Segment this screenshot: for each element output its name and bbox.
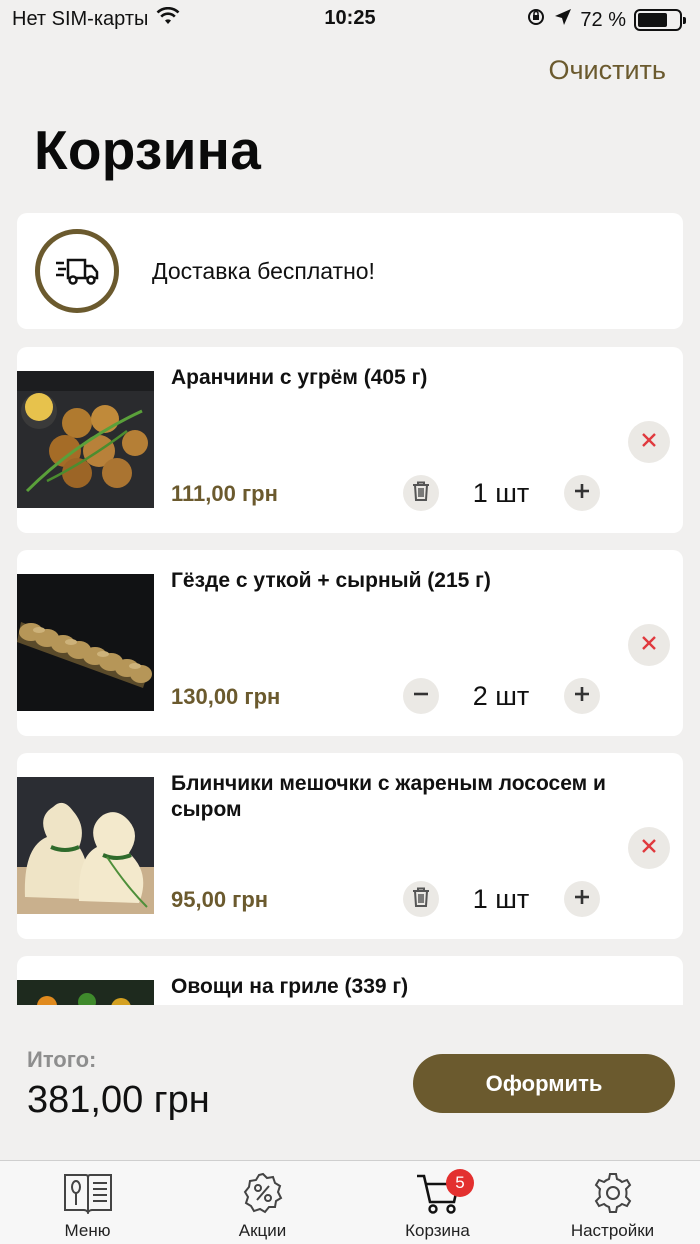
plus-icon [573, 685, 591, 708]
item-title: Гёзде с уткой + сырный (215 г) [171, 569, 491, 592]
cart-item: Блинчики мешочки с жареным лососем и сыр… [17, 753, 683, 939]
cart-item: Аранчини с угрём (405 г) 111,00 грн 1 шт [17, 347, 683, 533]
close-icon [641, 635, 657, 656]
item-photo [17, 777, 154, 914]
remove-item-button[interactable] [628, 827, 670, 869]
tab-label: Акции [238, 1221, 287, 1240]
trash-icon [411, 480, 431, 507]
battery-percent: 72 % [580, 8, 626, 31]
checkout-button[interactable]: Оформить [413, 1054, 675, 1113]
item-quantity: 1 шт [472, 478, 530, 508]
increase-quantity-button[interactable] [564, 881, 600, 917]
tab-label: Меню [64, 1221, 111, 1240]
close-icon [641, 432, 657, 453]
tab-menu[interactable]: Меню [0, 1161, 175, 1244]
item-price: 130,00 грн [171, 684, 281, 709]
item-price: 111,00 грн [171, 481, 278, 506]
location-arrow-icon [554, 8, 572, 32]
decrease-quantity-button[interactable] [403, 678, 439, 714]
item-photo [17, 980, 154, 1005]
delete-item-button[interactable] [403, 475, 439, 511]
total-value: 381,00 грн [27, 1079, 210, 1121]
item-quantity: 1 шт [472, 884, 530, 914]
trash-icon [411, 886, 431, 913]
delivery-text: Доставка бесплатно! [152, 257, 375, 284]
cart-footer: Итого: 381,00 грн Оформить [0, 1005, 700, 1160]
delivery-banner: Доставка бесплатно! [17, 213, 683, 329]
plus-icon [573, 482, 591, 505]
status-right: 72 % [526, 7, 686, 33]
close-icon [641, 838, 657, 859]
tab-bar: Меню Акции 5 Корзина Настройки [0, 1160, 700, 1244]
item-title: Блинчики мешочки с жареным лососем и сыр… [171, 772, 606, 821]
item-photo [17, 371, 154, 508]
truck-icon [35, 229, 119, 313]
cart-item: Овощи на гриле (339 г) [17, 956, 683, 1005]
discount-icon [242, 1161, 284, 1219]
increase-quantity-button[interactable] [564, 678, 600, 714]
clear-cart-button[interactable]: Очистить [548, 55, 666, 86]
minus-icon [412, 685, 430, 708]
item-title: Овощи на гриле (339 г) [171, 975, 409, 998]
item-price: 95,00 грн [171, 887, 269, 912]
plus-icon [573, 888, 591, 911]
gear-icon [592, 1161, 634, 1219]
cart-item: Гёзде с уткой + сырный (215 г) 130,00 гр… [17, 550, 683, 736]
remove-item-button[interactable] [628, 624, 670, 666]
increase-quantity-button[interactable] [564, 475, 600, 511]
item-quantity: 2 шт [472, 681, 530, 711]
battery-icon [634, 9, 686, 31]
status-bar: Нет SIM-карты 10:25 72 % [0, 0, 700, 40]
menu-book-icon [62, 1161, 114, 1219]
tab-label: Настройки [570, 1221, 655, 1240]
cart-badge: 5 [446, 1169, 474, 1197]
item-photo [17, 574, 154, 711]
cart-items-list[interactable]: Аранчини с угрём (405 г) 111,00 грн 1 шт [17, 347, 683, 1005]
tab-promotions[interactable]: Акции [175, 1161, 350, 1244]
remove-item-button[interactable] [628, 421, 670, 463]
total-label: Итого: [27, 1047, 97, 1072]
item-title: Аранчини с угрём (405 г) [171, 366, 428, 389]
tab-settings[interactable]: Настройки [525, 1161, 700, 1244]
orientation-lock-icon [526, 7, 546, 33]
page-title: Корзина [34, 119, 262, 181]
delete-item-button[interactable] [403, 881, 439, 917]
tab-cart[interactable]: 5 Корзина [350, 1161, 525, 1244]
tab-label: Корзина [405, 1221, 470, 1240]
